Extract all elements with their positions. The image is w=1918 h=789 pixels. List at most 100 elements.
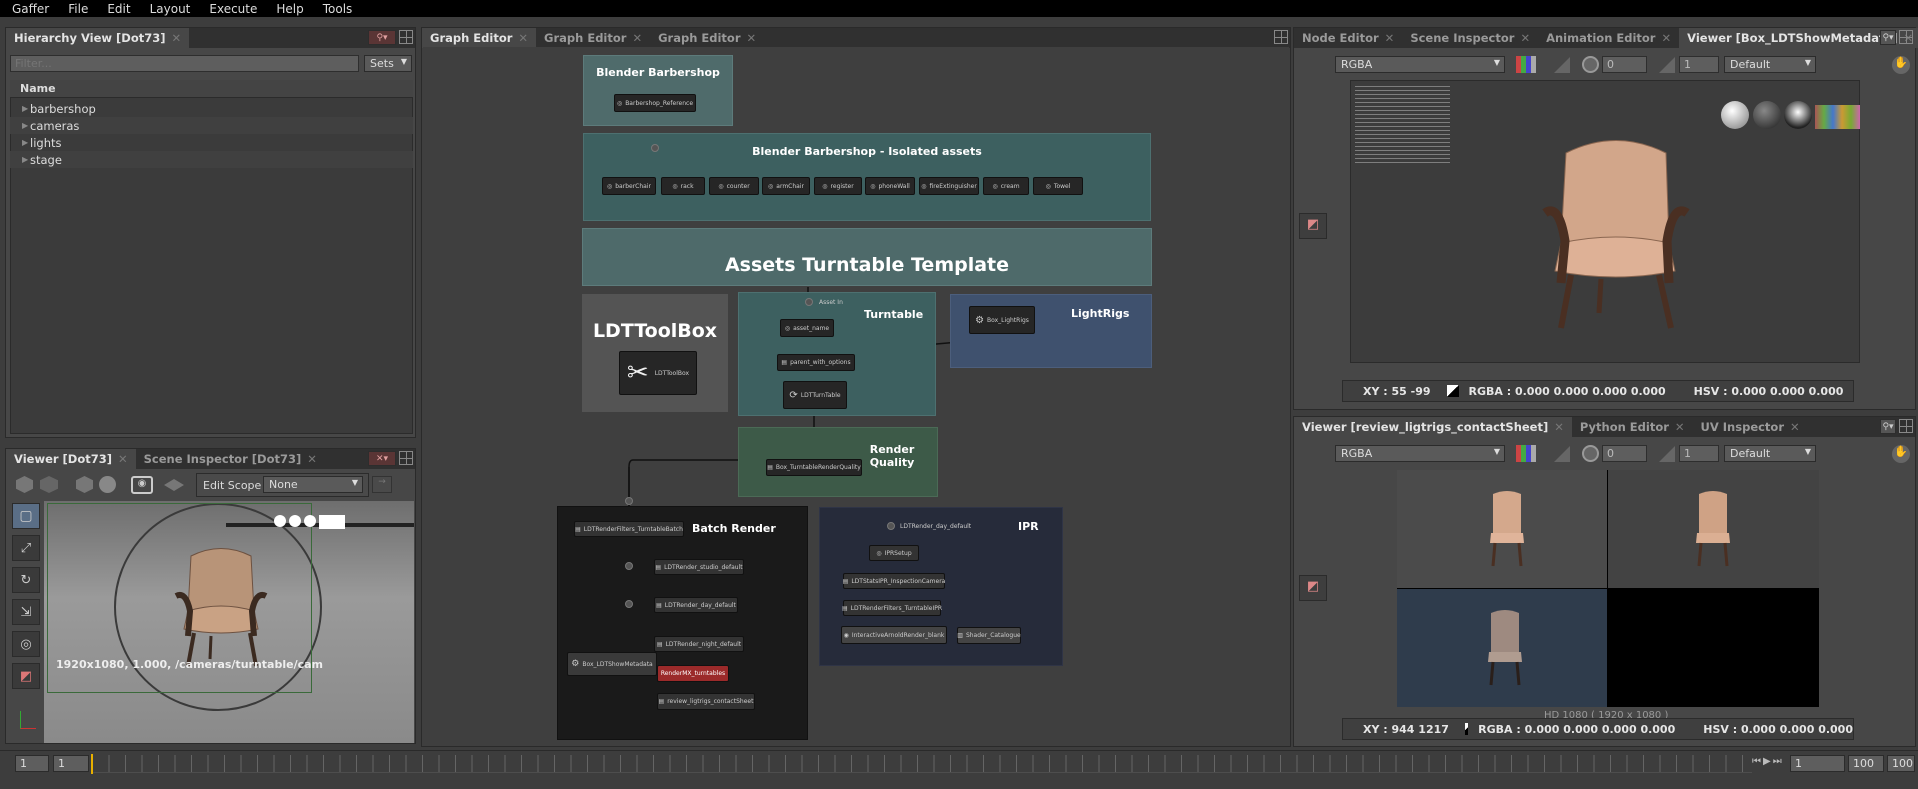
- translate-tool-button[interactable]: ⤢: [12, 535, 40, 561]
- pin-button[interactable]: ✕▾: [368, 451, 396, 466]
- image-view[interactable]: [1350, 80, 1860, 363]
- display-transform-dropdown[interactable]: Default ▼: [1724, 56, 1816, 73]
- dot-plug[interactable]: [805, 298, 813, 306]
- cubes-icon[interactable]: [40, 476, 58, 493]
- menu-gaffer[interactable]: Gaffer: [0, 2, 56, 16]
- tree-item-stage[interactable]: ▶ stage: [10, 151, 413, 168]
- node-ldtstatsipr[interactable]: ▤ LDTStatsIPR_InspectionCamera: [843, 573, 945, 589]
- display-transform-dropdown[interactable]: Default ▼: [1724, 445, 1816, 462]
- playhead[interactable]: [91, 754, 93, 774]
- contact-sheet-view[interactable]: [1397, 470, 1819, 707]
- node-iprsetup[interactable]: ◎ IPRSetup: [869, 545, 919, 561]
- dot-plug[interactable]: [625, 562, 633, 570]
- channels-icon[interactable]: [1516, 56, 1536, 73]
- exposure-field[interactable]: 0: [1602, 445, 1647, 462]
- close-icon[interactable]: ✕: [1554, 420, 1564, 437]
- node-register[interactable]: ◎ register: [814, 177, 862, 195]
- menu-edit[interactable]: Edit: [95, 2, 137, 16]
- gamma-field[interactable]: 1: [1679, 56, 1719, 73]
- node-ldttoolbox[interactable]: ✂ LDTToolBox: [619, 351, 697, 395]
- close-icon[interactable]: ✕: [307, 452, 317, 469]
- node-towel[interactable]: ◎ Towel: [1033, 177, 1083, 195]
- expand-icon[interactable]: ▶: [10, 138, 30, 147]
- tab-hierarchy-view[interactable]: Hierarchy View [Dot73] ✕: [6, 28, 190, 48]
- edit-scope-dropdown[interactable]: None ▼: [263, 476, 363, 493]
- dot-plug[interactable]: [651, 144, 659, 152]
- crop-tool-button[interactable]: ◩: [12, 663, 40, 689]
- close-icon[interactable]: ✕: [747, 31, 757, 48]
- close-icon[interactable]: ✕: [1675, 420, 1685, 437]
- pin-button[interactable]: ⚲▾: [1880, 419, 1896, 434]
- layout-grid-icon[interactable]: [399, 451, 413, 465]
- camera-tool-button[interactable]: ◎: [12, 631, 40, 657]
- node-fireextinguisher[interactable]: ◎ fireExtinguisher: [919, 177, 979, 195]
- plane-icon[interactable]: [164, 479, 184, 491]
- filter-input[interactable]: [10, 55, 359, 72]
- node-ldtrender-day[interactable]: ▤ LDTRender_day_default: [654, 597, 738, 613]
- node-cream[interactable]: ◎ cream: [983, 177, 1029, 195]
- current-frame-field[interactable]: 1: [53, 755, 89, 772]
- backdrop-blender-barbershop[interactable]: Blender Barbershop ◎ Barbershop_Reference: [583, 55, 733, 126]
- dot-plug[interactable]: [887, 522, 895, 530]
- node-barberchair[interactable]: ◎ barberChair: [602, 177, 656, 195]
- select-tool-button[interactable]: ▢: [12, 503, 40, 529]
- node-box-turntablerenderquality[interactable]: ▤ Box_TurntableRenderQuality: [766, 459, 862, 476]
- layout-grid-icon[interactable]: [1899, 30, 1913, 44]
- node-phonewall[interactable]: ◎ phoneWall: [865, 177, 915, 195]
- start-frame-field[interactable]: 1: [15, 755, 49, 772]
- tab-node-editor[interactable]: Node Editor ✕: [1294, 28, 1402, 48]
- menu-tools[interactable]: Tools: [311, 2, 360, 16]
- close-icon[interactable]: ✕: [118, 452, 128, 469]
- node-asset-name[interactable]: ◎ asset_name: [780, 319, 834, 337]
- sphere-icon[interactable]: [99, 476, 116, 493]
- close-icon[interactable]: ✕: [1661, 31, 1671, 48]
- tree-item-barbershop[interactable]: ▶ barbershop: [10, 100, 413, 117]
- expand-icon[interactable]: ▶: [10, 121, 30, 130]
- node-armchair[interactable]: ◎ armChair: [762, 177, 810, 195]
- node-ldtrender-night[interactable]: ▤ LDTRender_night_default: [654, 636, 744, 652]
- exposure-reset-icon[interactable]: [1582, 56, 1599, 73]
- tab-graph-editor-3[interactable]: Graph Editor ✕: [650, 28, 764, 48]
- layout-grid-icon[interactable]: [1899, 419, 1913, 433]
- menu-layout[interactable]: Layout: [138, 2, 198, 16]
- node-counter[interactable]: ◎ counter: [709, 177, 759, 195]
- exposure-field[interactable]: 0: [1602, 56, 1647, 73]
- menu-file[interactable]: File: [56, 2, 95, 16]
- tab-uv-inspector[interactable]: UV Inspector ✕: [1693, 417, 1808, 437]
- hand-icon[interactable]: ✋: [1892, 445, 1910, 463]
- node-parent-with-options[interactable]: ▤ parent_with_options: [777, 354, 855, 371]
- node-ldtrenderfilters-batch[interactable]: ▤ LDTRenderFilters_TurntableBatch: [574, 521, 684, 537]
- cube-select-icon[interactable]: [76, 476, 93, 493]
- node-ldtrenderfilters-ipr[interactable]: ▤ LDTRenderFilters_TurntableIPR: [842, 600, 942, 616]
- node-barbershop-reference[interactable]: ◎ Barbershop_Reference: [614, 94, 696, 112]
- sets-dropdown[interactable]: Sets ▼: [364, 55, 412, 72]
- pin-button[interactable]: ⚲▾: [1880, 30, 1896, 45]
- node-ldtturntable[interactable]: ⟳ LDTTurnTable: [783, 381, 847, 409]
- camera-icon[interactable]: ◉: [131, 476, 153, 494]
- playback-controls[interactable]: ⏮▶⏭: [1752, 756, 1784, 767]
- channel-dropdown[interactable]: RGBA ▼: [1335, 445, 1505, 462]
- node-shader-catalogue[interactable]: ▥ Shader_Catalogue: [957, 627, 1021, 644]
- layout-grid-icon[interactable]: [1274, 30, 1288, 44]
- tree-item-lights[interactable]: ▶ lights: [10, 134, 413, 151]
- crop-tool-button[interactable]: ◩: [1299, 575, 1327, 601]
- tab-graph-editor-2[interactable]: Graph Editor ✕: [536, 28, 650, 48]
- backdrop-assets-turntable-template[interactable]: Assets Turntable Template: [582, 228, 1152, 286]
- close-icon[interactable]: ✕: [1520, 31, 1530, 48]
- tab-python-editor[interactable]: Python Editor ✕: [1572, 417, 1693, 437]
- dot-plug[interactable]: [625, 497, 633, 505]
- backdrop-ldttoolbox[interactable]: LDTToolBox ✂ LDTToolBox: [582, 294, 728, 412]
- tab-viewer-review-contactsheet[interactable]: Viewer [review_ligtrigs_contactSheet] ✕: [1294, 417, 1572, 437]
- node-rendermx-turntables[interactable]: RenderMX_turntables: [657, 665, 729, 682]
- tree-item-cameras[interactable]: ▶ cameras: [10, 117, 413, 134]
- column-header-name[interactable]: Name: [10, 80, 413, 98]
- node-ldtrender-studio[interactable]: ▤ LDTRender_studio_default: [654, 559, 744, 575]
- expand-icon[interactable]: ▶: [10, 155, 30, 164]
- layout-grid-icon[interactable]: [399, 30, 413, 44]
- tab-scene-inspector[interactable]: Scene Inspector ✕: [1402, 28, 1538, 48]
- frame-ruler[interactable]: [92, 755, 1752, 773]
- close-icon[interactable]: ✕: [518, 31, 528, 48]
- node-box-ldtshowmetadata[interactable]: ⚙ Box_LDTShowMetadata: [567, 652, 657, 676]
- menu-help[interactable]: Help: [264, 2, 310, 16]
- node-review-contactsheet[interactable]: ▤ review_ligtrigs_contactSheet: [657, 693, 755, 710]
